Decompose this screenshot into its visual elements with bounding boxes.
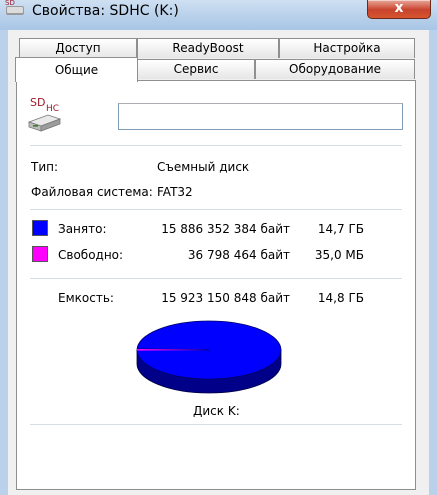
disk-label: Диск K: — [193, 404, 240, 418]
sd-card-drive-icon: SD HC — [27, 96, 62, 132]
volume-name-input[interactable] — [118, 103, 403, 130]
free-space-size: 35,0 МБ — [314, 248, 364, 262]
tab-hardware[interactable]: Оборудование — [255, 59, 415, 79]
type-label: Тип: — [31, 160, 59, 174]
capacity-bytes: 15 923 150 848 байт — [161, 291, 290, 305]
separator — [30, 145, 402, 147]
capacity-size: 14,8 ГБ — [317, 291, 364, 305]
file-system-value: FAT32 — [157, 185, 193, 199]
window-title: Свойства: SDHC (K:) — [32, 3, 179, 19]
free-space-swatch — [32, 246, 48, 262]
separator — [30, 209, 402, 211]
type-value: Съемный диск — [157, 160, 250, 174]
sd-card-icon: SD — [5, 0, 24, 15]
title-bar[interactable]: SD Свойства: SDHC (K:) x — [0, 0, 437, 30]
file-system-label: Файловая система: — [31, 185, 153, 199]
tab-readyboost[interactable]: ReadyBoost — [137, 38, 279, 58]
free-space-bytes: 36 798 464 байт — [187, 248, 290, 262]
general-tab-page — [16, 80, 416, 490]
disk-usage-pie-chart — [136, 320, 282, 394]
tab-settings[interactable]: Настройка — [279, 38, 415, 58]
tab-access[interactable]: Доступ — [19, 38, 137, 58]
separator — [30, 424, 402, 426]
close-button[interactable]: x — [367, 0, 431, 19]
used-space-bytes: 15 886 352 384 байт — [161, 222, 290, 236]
used-space-label: Занято: — [58, 222, 107, 236]
tab-service[interactable]: Сервис — [137, 59, 255, 79]
svg-text:HC: HC — [46, 104, 59, 114]
sdhc-logo: SD — [30, 96, 45, 109]
used-space-swatch — [32, 220, 48, 236]
free-space-label: Свободно: — [58, 248, 124, 262]
close-icon: x — [394, 0, 404, 16]
svg-text:SD: SD — [5, 0, 15, 7]
capacity-label: Емкость: — [58, 291, 114, 305]
tab-general[interactable]: Общие — [15, 57, 138, 82]
used-space-size: 14,7 ГБ — [317, 222, 364, 236]
separator — [30, 278, 402, 280]
